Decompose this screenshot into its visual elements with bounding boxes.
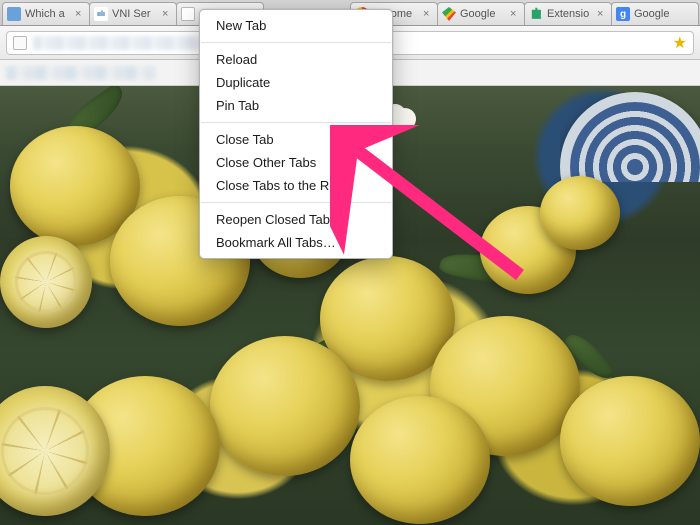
tab-title: VNI Ser — [112, 8, 160, 20]
bookmark-star-icon[interactable]: ★ — [673, 33, 687, 53]
menu-close-tabs-right[interactable]: Close Tabs to the Right — [200, 174, 392, 197]
close-icon[interactable]: × — [75, 8, 85, 20]
menu-reload[interactable]: Reload — [200, 48, 392, 71]
menu-close-other-tabs[interactable]: Close Other Tabs — [200, 151, 392, 174]
menu-bookmark-all-tabs[interactable]: Bookmark All Tabs… — [200, 231, 392, 254]
tab-vni[interactable]: ıılı VNI Ser × — [89, 2, 177, 25]
tab-which[interactable]: Which a × — [2, 2, 90, 25]
menu-reopen-closed-tab[interactable]: Reopen Closed Tab — [200, 208, 392, 231]
url-text-blurred — [33, 36, 203, 50]
tab-maps[interactable]: Google × — [437, 2, 525, 25]
menu-separator — [201, 42, 391, 43]
favicon-puzzle — [529, 7, 543, 21]
tab-context-menu: New Tab Reload Duplicate Pin Tab Close T… — [199, 9, 393, 259]
tab-extensions[interactable]: Extensio × — [524, 2, 612, 25]
favicon-maps — [442, 7, 456, 21]
painting-lemon — [560, 376, 700, 506]
menu-close-tab[interactable]: Close Tab — [200, 128, 392, 151]
favicon-generic — [7, 7, 21, 21]
painting-lemon — [210, 336, 360, 476]
tab-title: Google — [460, 8, 508, 20]
page-icon — [13, 36, 27, 50]
close-icon[interactable]: × — [162, 8, 172, 20]
favicon-page — [181, 7, 195, 21]
painting-lemon — [540, 176, 620, 250]
tab-title: Google — [634, 8, 694, 20]
favicon-cisco: ıılı — [94, 7, 108, 21]
menu-new-tab[interactable]: New Tab — [200, 14, 392, 37]
tab-google[interactable]: g Google — [611, 2, 699, 25]
menu-duplicate[interactable]: Duplicate — [200, 71, 392, 94]
painting-lemon — [350, 396, 490, 524]
menu-separator — [201, 122, 391, 123]
blurred-bookmark — [6, 66, 156, 80]
close-icon[interactable]: × — [423, 8, 433, 20]
menu-separator — [201, 202, 391, 203]
close-icon[interactable]: × — [510, 8, 520, 20]
close-icon[interactable]: × — [597, 8, 607, 20]
tab-title: Extensio — [547, 8, 595, 20]
favicon-google: g — [616, 7, 630, 21]
tab-title: Which a — [25, 8, 73, 20]
painting-lemon-cut — [0, 236, 92, 328]
menu-pin-tab[interactable]: Pin Tab — [200, 94, 392, 117]
